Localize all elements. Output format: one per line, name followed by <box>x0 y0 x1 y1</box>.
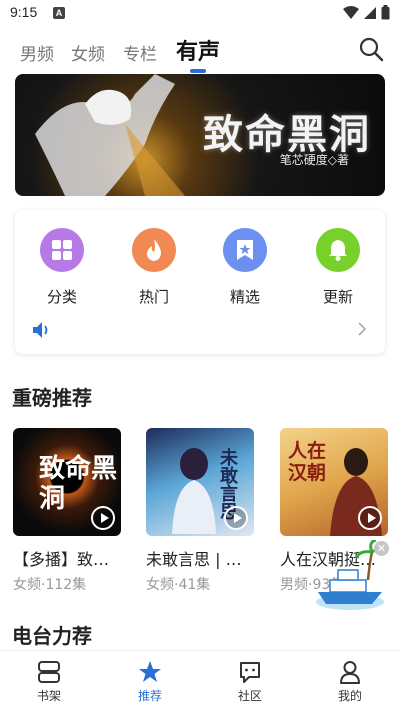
play-icon[interactable] <box>91 506 115 530</box>
banner-illustration <box>35 74 185 196</box>
bottom-nav-bookshelf[interactable]: 书架 <box>19 659 79 704</box>
book-card[interactable]: 未敢言思 未敢言思 | … 女频·41集 <box>146 428 254 594</box>
category-hot[interactable]: 热门 <box>124 228 184 307</box>
bottom-nav-label: 书架 <box>36 689 61 703</box>
status-icons <box>343 5 390 20</box>
cover-title: 致命黑洞 <box>39 454 118 514</box>
category-classify[interactable]: 分类 <box>32 228 92 307</box>
star-icon <box>139 661 161 682</box>
category-label: 分类 <box>46 288 77 306</box>
notification-icon: A <box>53 7 65 19</box>
tab-female[interactable]: 女频 <box>71 40 105 65</box>
play-icon[interactable] <box>358 506 382 530</box>
radio-section-title: 电台力荐 <box>12 624 92 648</box>
active-tab-indicator <box>190 69 206 73</box>
grid-icon <box>40 228 84 272</box>
tab-column[interactable]: 专栏 <box>123 40 157 65</box>
status-time: 9:15 <box>10 4 38 20</box>
book-meta: 女频·41集 <box>146 577 211 593</box>
book-cover[interactable]: 致命黑洞 <box>13 428 121 536</box>
book-title: 未敢言思 | … <box>146 550 242 569</box>
category-selected[interactable]: 精选 <box>215 228 275 307</box>
battery-icon <box>381 5 390 20</box>
search-icon[interactable] <box>358 36 384 62</box>
tab-audio[interactable]: 有声 <box>176 34 220 66</box>
cover-title: 人在汉朝 <box>288 440 327 484</box>
book-cover[interactable]: 人在汉朝 <box>280 428 388 536</box>
tab-male[interactable]: 男频 <box>20 40 54 65</box>
bookshelf-icon <box>38 661 60 683</box>
status-bar: 9:15 A <box>0 0 400 28</box>
category-label: 更新 <box>322 288 353 306</box>
category-card: 分类 热门 精选 更新 <box>15 210 385 354</box>
featured-section-title: 重磅推荐 <box>12 386 92 410</box>
bottom-nav-community[interactable]: 社区 <box>220 659 280 704</box>
play-icon[interactable] <box>224 506 248 530</box>
chat-icon <box>240 662 260 683</box>
bottom-nav-label: 我的 <box>337 689 362 703</box>
close-icon[interactable]: ✕ <box>374 541 389 556</box>
category-label: 精选 <box>229 288 260 306</box>
bottom-nav-label: 社区 <box>237 689 262 703</box>
book-card[interactable]: 致命黑洞 【多播】致… 女频·112集 <box>13 428 121 594</box>
bottom-nav: 书架 推荐 社区 我的 <box>0 650 400 711</box>
star-bookmark-icon <box>223 228 267 272</box>
flame-icon <box>132 228 176 272</box>
banner-author: 笔芯硬度◇著 <box>279 153 349 167</box>
bottom-nav-profile[interactable]: 我的 <box>320 659 380 704</box>
book-cover[interactable]: 未敢言思 <box>146 428 254 536</box>
promo-banner[interactable]: 致命黑洞 笔芯硬度◇著 <box>15 74 385 196</box>
bell-icon <box>316 228 360 272</box>
signal-icon <box>364 6 376 19</box>
category-label: 热门 <box>138 288 169 306</box>
speaker-icon[interactable] <box>32 321 52 339</box>
book-meta: 女频·112集 <box>13 577 87 593</box>
book-title: 【多播】致… <box>13 550 110 569</box>
bottom-nav-recommend[interactable]: 推荐 <box>120 659 180 704</box>
user-icon <box>340 661 360 684</box>
chevron-right-icon[interactable] <box>357 322 367 336</box>
top-nav: 男频 女频 专栏 有声 <box>0 28 400 73</box>
bottom-nav-label: 推荐 <box>137 689 162 703</box>
category-update[interactable]: 更新 <box>308 228 368 307</box>
wifi-icon <box>343 5 359 19</box>
